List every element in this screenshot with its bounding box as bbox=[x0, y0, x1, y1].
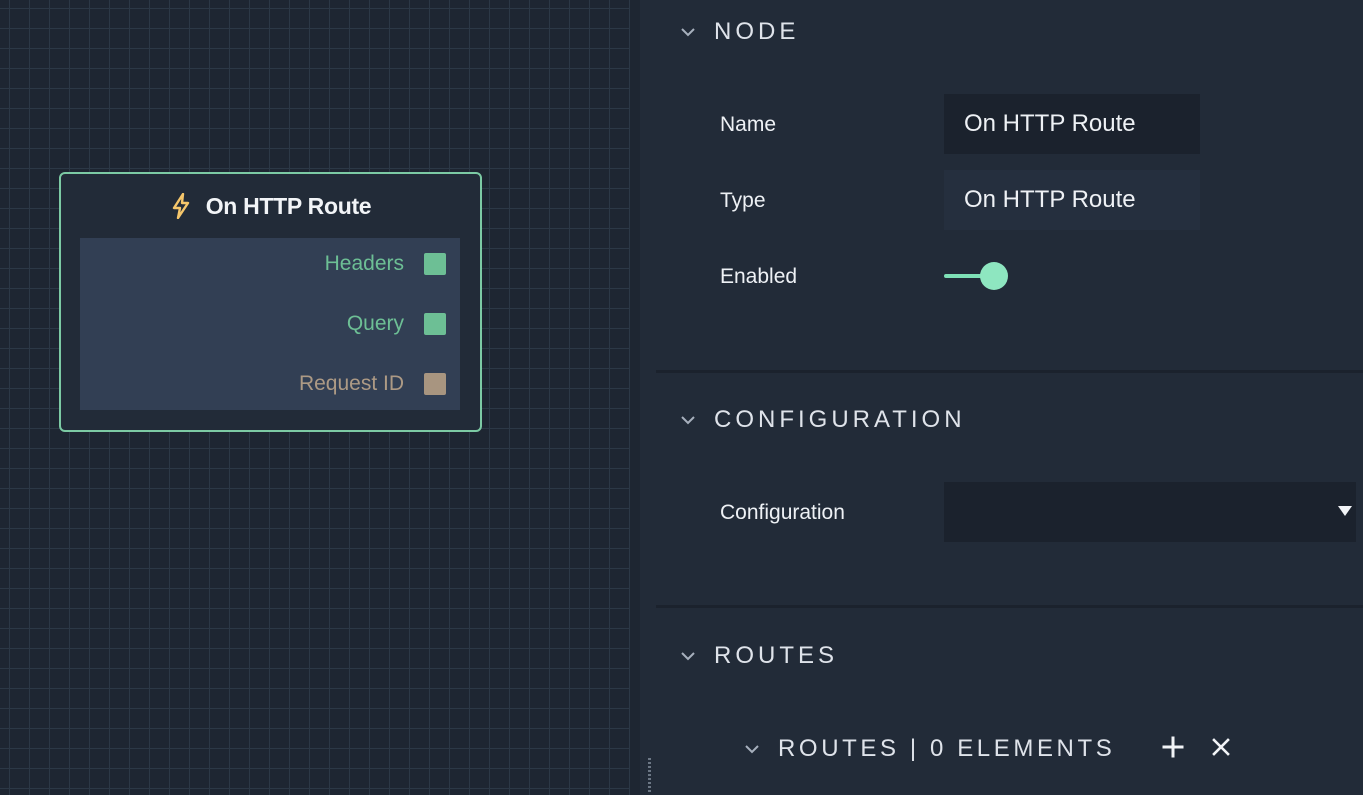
port-connector[interactable] bbox=[424, 373, 446, 395]
routes-list-header[interactable]: ROUTES | 0 ELEMENTS bbox=[744, 734, 1115, 764]
section-divider bbox=[656, 370, 1363, 373]
name-input[interactable] bbox=[944, 94, 1200, 154]
section-title: CONFIGURATION bbox=[714, 406, 966, 433]
type-label: Type bbox=[720, 189, 766, 212]
port-connector[interactable] bbox=[424, 313, 446, 335]
plus-icon[interactable] bbox=[1162, 736, 1184, 758]
routes-section-header[interactable]: ROUTES bbox=[680, 641, 838, 671]
enabled-label: Enabled bbox=[720, 265, 798, 288]
toggle-knob[interactable] bbox=[980, 262, 1008, 290]
chevron-down-icon bbox=[681, 416, 695, 425]
panel-gutter bbox=[630, 0, 640, 795]
section-title: ROUTES bbox=[714, 642, 839, 669]
output-port-query[interactable]: Query bbox=[347, 312, 446, 336]
close-icon[interactable] bbox=[1210, 736, 1232, 758]
configuration-dropdown[interactable] bbox=[944, 482, 1356, 542]
port-label: Request ID bbox=[298, 372, 404, 395]
port-label: Headers bbox=[324, 252, 404, 275]
routes-list-title: ROUTES | 0 ELEMENTS bbox=[778, 735, 1116, 762]
chevron-down-icon bbox=[681, 652, 695, 661]
type-field bbox=[944, 170, 1200, 230]
node-card-ports: Headers Query Request ID bbox=[80, 238, 460, 410]
lightning-icon bbox=[172, 193, 189, 219]
node-card-on-http-route[interactable]: On HTTP Route Headers Query Request ID bbox=[59, 172, 482, 432]
chevron-down-icon bbox=[681, 28, 695, 37]
output-port-headers[interactable]: Headers bbox=[325, 252, 446, 276]
port-connector[interactable] bbox=[424, 253, 446, 275]
node-card-title: On HTTP Route bbox=[205, 192, 372, 219]
resize-handle[interactable] bbox=[648, 758, 651, 792]
output-port-request-id[interactable]: Request ID bbox=[299, 372, 446, 396]
section-title: NODE bbox=[714, 18, 800, 45]
name-label: Name bbox=[720, 113, 777, 136]
port-label: Query bbox=[346, 312, 404, 335]
enabled-toggle[interactable] bbox=[944, 261, 1010, 291]
inspector-panel: NODE Name Type Enabled CONFIGURATION Con… bbox=[640, 0, 1363, 795]
graph-canvas[interactable]: On HTTP Route Headers Query Request ID bbox=[0, 0, 640, 795]
node-card-header[interactable]: On HTTP Route bbox=[61, 188, 480, 224]
configuration-label: Configuration bbox=[720, 501, 845, 524]
caret-down-icon[interactable] bbox=[1338, 506, 1352, 516]
section-divider bbox=[656, 605, 1363, 608]
configuration-section-header[interactable]: CONFIGURATION bbox=[680, 405, 966, 435]
node-section-header[interactable]: NODE bbox=[680, 17, 799, 47]
chevron-down-icon bbox=[745, 745, 759, 754]
